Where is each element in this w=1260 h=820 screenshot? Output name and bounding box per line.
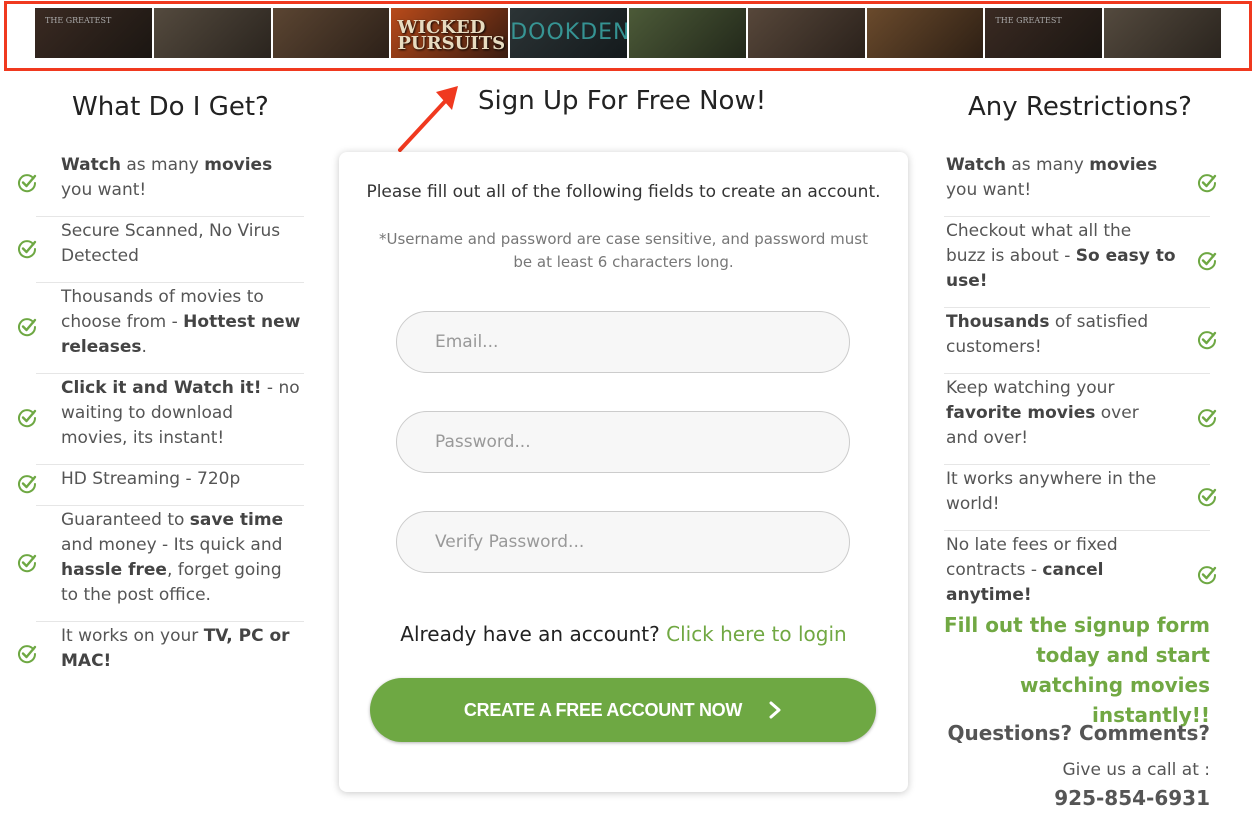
- movie-poster: THE GREATEST: [35, 8, 152, 58]
- restriction-list-item: It works anywhere in the world!: [944, 465, 1217, 531]
- movie-poster: [747, 8, 865, 58]
- movie-poster: DOOKDENN: [510, 8, 627, 58]
- list-item-text: Thousands: [946, 312, 1050, 332]
- list-item-text: movies: [1089, 155, 1158, 175]
- check-circle-icon: [18, 409, 37, 428]
- benefit-list-item: Watch as many movies you want!: [18, 151, 304, 217]
- list-item-text: Watch: [946, 155, 1006, 175]
- restrictions-list: Watch as many movies you want! Checkout w…: [944, 151, 1230, 621]
- benefit-list-item: Secure Scanned, No Virus Detected: [18, 217, 304, 283]
- list-item-text: save time: [189, 510, 284, 530]
- list-item-text: Click it and Watch it!: [61, 378, 262, 398]
- poster-caption: THE GREATEST: [995, 16, 1062, 25]
- check-circle-icon: [18, 553, 37, 572]
- restriction-list-item: No late fees or fixed contracts - cancel…: [944, 531, 1217, 621]
- benefit-list-item: HD Streaming - 720p: [18, 465, 304, 506]
- movie-poster: [272, 8, 390, 58]
- create-account-button[interactable]: CREATE A FREE ACCOUNT NOW: [370, 678, 876, 742]
- arrow-up-right-icon: [398, 86, 458, 152]
- questions-heading: Questions? Comments?: [947, 721, 1210, 745]
- chevron-right-icon: [769, 701, 781, 719]
- benefit-list-item: Guaranteed to save time and money - Its …: [18, 506, 304, 622]
- list-item-text: Guaranteed to: [61, 510, 190, 530]
- movie-poster: THE GREATEST: [985, 8, 1103, 58]
- check-circle-icon: [1198, 330, 1217, 349]
- restriction-list-item: Watch as many movies you want!: [944, 151, 1217, 217]
- check-circle-icon: [18, 318, 37, 337]
- list-item-text: you want!: [61, 180, 147, 200]
- signup-form-card: Please fill out all of the following fie…: [339, 152, 908, 792]
- list-item-text: hassle free: [61, 560, 167, 580]
- list-item-text: as many: [120, 155, 205, 175]
- benefit-list-item: Click it and Watch it! - no waiting to d…: [18, 374, 304, 465]
- form-note-text: *Username and password are case sensitiv…: [379, 230, 868, 271]
- check-circle-icon: [1198, 487, 1217, 506]
- signup-promo-text: Fill out the signup form today and start…: [944, 613, 1210, 727]
- movie-poster: [153, 8, 271, 58]
- what-do-i-get-heading: What Do I Get?: [72, 92, 269, 122]
- poster-title: WICKED PURSUITS: [397, 17, 506, 54]
- call-us-text: Give us a call at :: [1062, 760, 1210, 780]
- create-account-label: CREATE A FREE ACCOUNT NOW: [463, 699, 743, 720]
- login-link[interactable]: Click here to login: [666, 622, 847, 646]
- movie-poster: [628, 8, 746, 58]
- list-item-text: It works anywhere in the world!: [946, 469, 1157, 514]
- list-item-text: favorite movies: [946, 403, 1096, 423]
- movie-poster-banner: THE GREATEST WICKED PURSUITSDOOKDENN THE G…: [4, 1, 1252, 71]
- poster-caption: THE GREATEST: [45, 16, 112, 25]
- password-field[interactable]: [396, 411, 850, 473]
- list-item-text: and money - Its quick and: [61, 535, 283, 555]
- movie-poster: [866, 8, 984, 58]
- movie-poster: [1104, 8, 1221, 58]
- check-circle-icon: [1198, 252, 1217, 271]
- movie-poster: WICKED PURSUITS: [391, 8, 509, 58]
- form-intro-text: Please fill out all of the following fie…: [366, 182, 881, 202]
- list-item-text: you want!: [946, 180, 1032, 200]
- check-circle-icon: [18, 644, 37, 663]
- poster-title: DOOKDENN: [510, 20, 627, 45]
- restriction-list-item: Thousands of satisfied customers!: [944, 308, 1217, 374]
- benefit-list-item: Thousands of movies to choose from - Hot…: [18, 283, 304, 374]
- restriction-list-item: Checkout what all the buzz is about - So…: [944, 217, 1217, 308]
- check-circle-icon: [1198, 566, 1217, 585]
- list-item-text: .: [141, 337, 147, 357]
- list-item-text: It works on your: [61, 626, 204, 646]
- phone-number[interactable]: 925-854-6931: [940, 786, 1210, 810]
- verify-password-field[interactable]: [396, 511, 850, 573]
- list-item-text: as many: [1005, 155, 1090, 175]
- restriction-list-item: Keep watching your favorite movies over …: [944, 374, 1217, 465]
- login-prompt-text: Already have an account?: [400, 622, 660, 646]
- list-item-text: Watch: [61, 155, 121, 175]
- list-item-text: movies: [204, 155, 273, 175]
- check-circle-icon: [18, 239, 37, 258]
- check-circle-icon: [18, 475, 37, 494]
- sign-up-heading: Sign Up For Free Now!: [478, 86, 767, 116]
- check-circle-icon: [1198, 409, 1217, 428]
- list-item-text: Secure Scanned, No Virus Detected: [61, 221, 281, 266]
- any-restrictions-heading: Any Restrictions?: [968, 92, 1192, 122]
- benefits-list: Watch as many movies you want! Secure Sca…: [14, 151, 304, 687]
- login-prompt: Already have an account? Click here to l…: [339, 622, 908, 646]
- list-item-text: HD Streaming - 720p: [61, 469, 241, 489]
- email-field[interactable]: [396, 311, 850, 373]
- list-item-text: Keep watching your: [946, 378, 1115, 398]
- check-circle-icon: [18, 173, 37, 192]
- benefit-list-item: It works on your TV, PC or MAC!: [18, 622, 304, 687]
- check-circle-icon: [1198, 173, 1217, 192]
